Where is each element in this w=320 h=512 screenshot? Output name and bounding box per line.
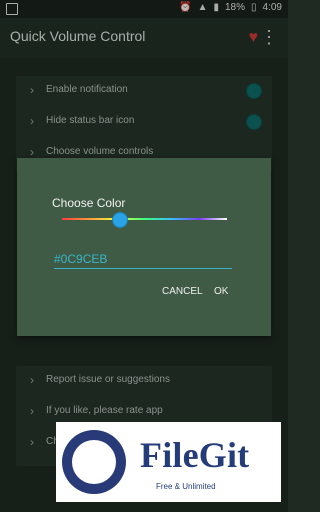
color-picker-dialog: Choose Color #0C9CEB CANCEL OK	[17, 158, 271, 336]
cancel-button[interactable]: CANCEL	[162, 286, 203, 297]
filegit-logo-icon	[62, 430, 126, 494]
dialog-title: Choose Color	[52, 196, 126, 210]
hue-track[interactable]	[62, 218, 227, 220]
ok-button[interactable]: OK	[214, 286, 228, 297]
hex-input[interactable]: #0C9CEB	[54, 252, 232, 269]
watermark-tagline: Free & Unlimited	[156, 482, 216, 491]
hue-slider[interactable]	[62, 212, 227, 228]
watermark-brand: FileGit	[140, 435, 250, 475]
hue-thumb[interactable]	[112, 212, 128, 228]
filegit-watermark: FileGit Free & Unlimited	[56, 422, 281, 502]
